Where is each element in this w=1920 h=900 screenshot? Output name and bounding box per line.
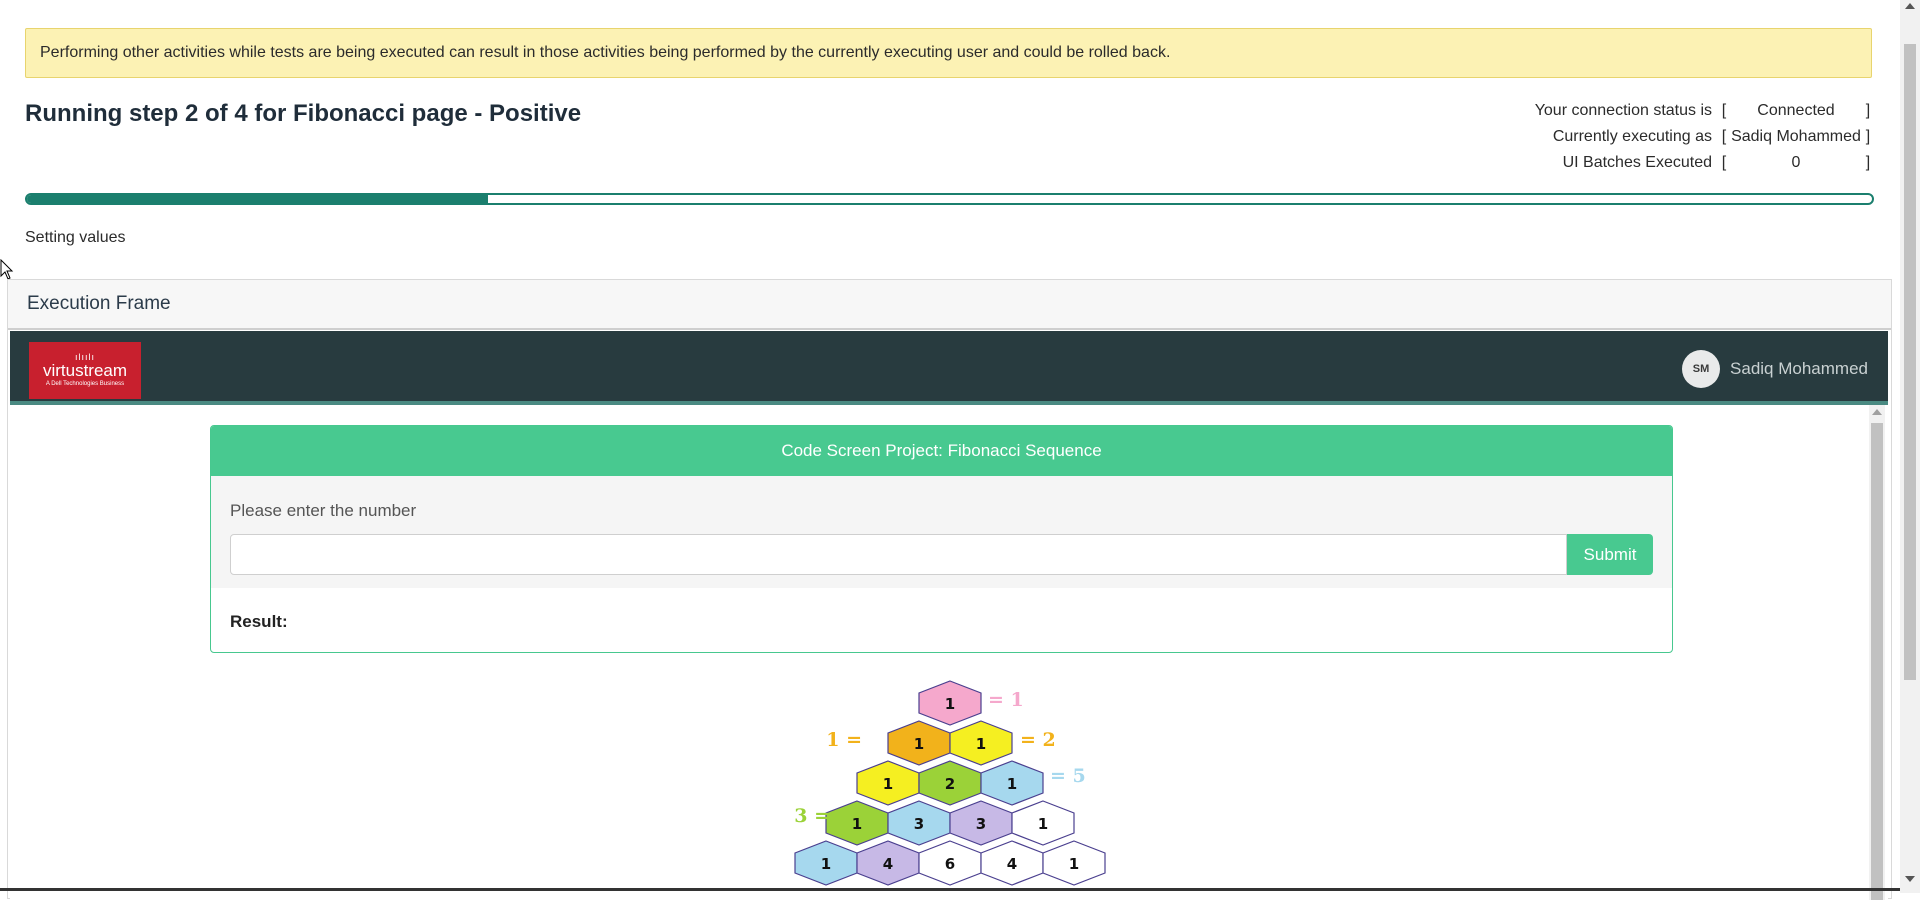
warning-banner-text: Performing other activities while tests … — [40, 44, 1171, 61]
progress-fill — [27, 195, 489, 203]
result-label: Result: — [230, 612, 288, 631]
page-scrollbar[interactable] — [1900, 0, 1920, 893]
status-label: Currently executing as — [1552, 128, 1712, 145]
execution-frame: Execution Frame ılıılı virtustream A Del… — [7, 279, 1892, 900]
number-label: Please enter the number — [230, 501, 417, 520]
step-progress-bar — [25, 193, 1874, 205]
scroll-up-icon[interactable] — [1905, 3, 1915, 9]
frame-scrollbar[interactable] — [1869, 405, 1885, 900]
row-sum-label: = 2 — [1020, 729, 1056, 751]
bracket-open: [ — [1721, 128, 1727, 145]
hex-number: 3 — [976, 815, 986, 833]
scroll-down-icon[interactable] — [1905, 876, 1915, 882]
status-row-connection: Your connection status is [ Connected ] — [1535, 98, 1872, 124]
row-sum-label: 3 = — [794, 805, 830, 827]
step-message: Setting values — [25, 229, 126, 246]
hex-number: 1 — [821, 855, 831, 873]
bracket-open: [ — [1721, 102, 1727, 119]
hex-number: 4 — [1007, 855, 1017, 873]
avatar[interactable]: SM — [1682, 350, 1721, 388]
bracket-close: ] — [1865, 154, 1871, 171]
status-value: Sadiq Mohammed — [1731, 128, 1861, 145]
submit-button[interactable]: Submit — [1567, 534, 1653, 575]
hex-number: 1 — [1069, 855, 1079, 873]
taskbar-edge — [0, 888, 1900, 891]
execution-frame-header: Execution Frame — [8, 280, 1891, 330]
app-content: Code Screen Project: Fibonacci Sequence … — [10, 405, 1888, 900]
status-value: Connected — [1757, 102, 1835, 119]
hex-number: 2 — [945, 775, 955, 793]
row-sum-label: 1 = — [826, 729, 862, 751]
card-header: Code Screen Project: Fibonacci Sequence — [211, 426, 1672, 476]
status-label: Your connection status is — [1534, 102, 1712, 119]
status-value: 0 — [1791, 154, 1801, 171]
number-input[interactable] — [230, 534, 1567, 575]
logo-subtitle: A Dell Technologies Business — [45, 381, 125, 387]
hex-number: 1 — [914, 735, 924, 753]
status-panel: Your connection status is [ Connected ] … — [1535, 98, 1872, 176]
execution-frame-title: Execution Frame — [27, 293, 171, 314]
hex-number: 4 — [883, 855, 893, 873]
status-row-batches: UI Batches Executed [ 0 ] — [1535, 150, 1872, 176]
hex-number: 1 — [852, 815, 862, 833]
scroll-up-icon[interactable] — [1872, 409, 1882, 415]
hex-number: 6 — [945, 855, 955, 873]
bracket-open: [ — [1721, 154, 1727, 171]
bracket-close: ] — [1865, 128, 1871, 145]
user-menu[interactable]: SM Sadiq Mohammed — [1682, 350, 1868, 388]
hex-number: 1 — [1038, 815, 1048, 833]
card-body: Please enter the number Submit — [211, 476, 1672, 588]
virtustream-logo[interactable]: ılıılı virtustream A Dell Technologies B… — [29, 342, 141, 399]
logo-name: virtustream — [42, 361, 128, 380]
hex-number: 3 — [914, 815, 924, 833]
scroll-thumb[interactable] — [1871, 423, 1883, 900]
hex-number: 1 — [945, 695, 955, 713]
app-navbar: ılıılı virtustream A Dell Technologies B… — [10, 331, 1888, 405]
hex-number: 1 — [976, 735, 986, 753]
status-label: UI Batches Executed — [1562, 154, 1712, 171]
bracket-close: ] — [1865, 102, 1871, 119]
hex-number: 1 — [883, 775, 893, 793]
status-row-user: Currently executing as [ Sadiq Mohammed … — [1535, 124, 1872, 150]
page-title: Running step 2 of 4 for Fibonacci page -… — [25, 100, 582, 127]
pascal-triangle-image: 1 1 1 1 2 1 1 3 3 1 1 4 6 4 1 = 1 1 = = 2 = 5 3 = — [794, 680, 1106, 886]
user-name[interactable]: Sadiq Mohammed — [1730, 359, 1868, 379]
warning-banner: Performing other activities while tests … — [25, 28, 1872, 78]
hex-number: 1 — [1007, 775, 1017, 793]
row-sum-label: = 1 — [988, 689, 1024, 711]
mouse-cursor-icon — [0, 259, 14, 280]
page-scroll-thumb[interactable] — [1904, 44, 1916, 680]
fibonacci-card: Code Screen Project: Fibonacci Sequence … — [210, 425, 1673, 653]
row-sum-label: = 5 — [1050, 765, 1086, 787]
